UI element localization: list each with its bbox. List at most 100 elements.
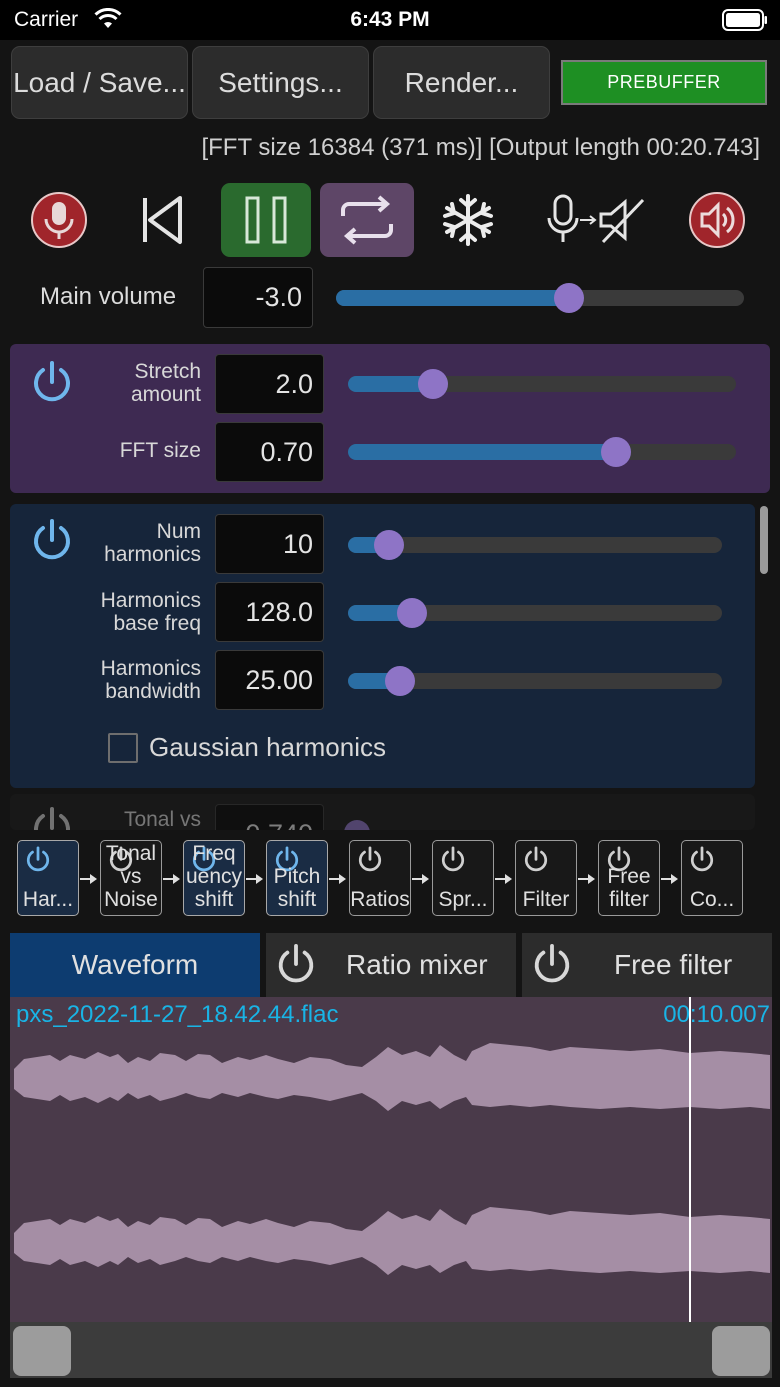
rewind-button[interactable]	[118, 183, 208, 257]
harmonics-base-freq-label: Harmonics base freq	[100, 589, 201, 635]
arrow-right-icon	[163, 874, 180, 884]
power-icon[interactable]	[522, 846, 550, 874]
loop-button[interactable]	[320, 183, 414, 257]
arrow-right-icon	[80, 874, 97, 884]
power-icon[interactable]	[356, 846, 384, 874]
battery-icon	[722, 9, 768, 37]
freeze-button[interactable]	[423, 183, 513, 257]
status-bar: Carrier 6:43 PM	[0, 0, 780, 40]
chain-node[interactable]: Co...	[681, 840, 743, 916]
harmonics-base-freq-slider[interactable]	[348, 598, 722, 628]
slider-knob[interactable]	[418, 369, 448, 399]
chain-node[interactable]: Ratios	[349, 840, 411, 916]
mic-to-mute-icon	[547, 194, 645, 244]
chain-node-label: Tonal vs Noise	[104, 842, 158, 911]
slider-knob[interactable]	[344, 820, 370, 830]
waveform-filename: pxs_2022-11-27_18.42.44.flac	[16, 1001, 339, 1028]
pause-button[interactable]	[221, 183, 311, 257]
tonal-vs-noise-value[interactable]: 0.740	[215, 804, 324, 830]
panel-scrollbar[interactable]	[760, 506, 768, 574]
chain-node[interactable]: Filter	[515, 840, 577, 916]
scroll-handle-left[interactable]	[13, 1326, 71, 1376]
output-audio-button[interactable]	[672, 183, 762, 257]
power-icon[interactable]	[439, 846, 467, 874]
waveform-scrollbar[interactable]	[10, 1322, 772, 1378]
power-icon[interactable]	[274, 943, 318, 987]
chain-node[interactable]: Freq uency shift	[183, 840, 245, 916]
chain-node[interactable]: Spr...	[432, 840, 494, 916]
arrow-right-icon	[246, 874, 263, 884]
chain-node[interactable]: Har...	[17, 840, 79, 916]
mic-passthrough-button[interactable]	[535, 183, 655, 257]
harmonics-bandwidth-slider[interactable]	[348, 666, 722, 696]
num-harmonics-slider[interactable]	[348, 530, 722, 560]
waveform-view[interactable]: pxs_2022-11-27_18.42.44.flac 00:10.007	[10, 997, 772, 1322]
slider-fill	[348, 444, 616, 460]
record-button[interactable]	[14, 183, 104, 257]
main-volume-slider[interactable]	[336, 283, 744, 313]
fft-size-slider[interactable]	[348, 437, 736, 467]
stretch-amount-slider[interactable]	[348, 369, 736, 399]
chain-node-label: Filter	[522, 888, 570, 911]
tonal-vs-noise-label: Tonal vs	[123, 808, 201, 830]
fft-size-value[interactable]: 0.70	[215, 422, 324, 482]
pause-icon	[245, 196, 287, 244]
chain-node[interactable]: Free filter	[598, 840, 660, 916]
tab-waveform[interactable]: Waveform	[10, 933, 260, 997]
gaussian-harmonics-label: Gaussian harmonics	[149, 732, 386, 762]
render-button[interactable]: Render...	[373, 46, 550, 119]
tab-ratio-mixer[interactable]: Ratio mixer	[266, 933, 516, 997]
waveform-time: 00:10.007	[663, 1001, 770, 1028]
snowflake-icon	[443, 194, 493, 246]
stretch-panel: Stretch amount 2.0 FFT size 0.70	[10, 344, 770, 493]
fft-size-label: FFT size	[119, 439, 201, 462]
chain-node-label: Free filter	[607, 865, 651, 911]
slider-knob[interactable]	[385, 666, 415, 696]
slider-knob[interactable]	[554, 283, 584, 313]
num-harmonics-value[interactable]: 10	[215, 514, 324, 574]
waveform-graphic	[14, 1043, 770, 1275]
chain-node-label: Ratios	[350, 888, 410, 911]
main-volume-value[interactable]: -3.0	[203, 267, 313, 328]
clock: 6:43 PM	[350, 8, 430, 31]
harmonics-base-freq-value[interactable]: 128.0	[215, 582, 324, 642]
settings-button[interactable]: Settings...	[192, 46, 369, 119]
harmonics-bandwidth-value[interactable]: 25.00	[215, 650, 324, 710]
tab-label: Waveform	[71, 949, 199, 980]
load-save-button[interactable]: Load / Save...	[11, 46, 188, 119]
tab-free-filter[interactable]: Free filter	[522, 933, 772, 997]
scroll-handle-right[interactable]	[712, 1326, 770, 1376]
slider-knob[interactable]	[601, 437, 631, 467]
playhead[interactable]	[689, 997, 691, 1322]
slider-knob[interactable]	[374, 530, 404, 560]
tab-label: Ratio mixer	[346, 949, 488, 980]
skip-back-icon	[143, 196, 182, 244]
arrow-right-icon	[661, 874, 678, 884]
power-icon[interactable]	[530, 943, 574, 987]
tab-label: Free filter	[614, 949, 733, 980]
tonal-vs-noise-panel: Tonal vs 0.740	[10, 794, 755, 830]
power-icon[interactable]	[688, 846, 716, 874]
harmonics-panel: Num harmonics 10 Harmonics base freq 128…	[10, 504, 755, 788]
app-root: Load / Save... Settings... Render... PRE…	[0, 40, 780, 1387]
chain-node[interactable]: Pitch shift	[266, 840, 328, 916]
chain-node[interactable]: Tonal vs Noise	[100, 840, 162, 916]
slider-fill	[336, 290, 569, 306]
arrow-right-icon	[578, 874, 595, 884]
prebuffer-button[interactable]: PREBUFFER	[561, 60, 767, 105]
repeat-icon	[341, 195, 393, 245]
harmonics-bandwidth-label: Harmonics bandwidth	[100, 657, 201, 703]
stretch-amount-value[interactable]: 2.0	[215, 354, 324, 414]
chain-node-label: Freq uency shift	[185, 842, 243, 911]
power-icon[interactable]	[29, 806, 75, 830]
power-icon[interactable]	[29, 360, 75, 406]
slider-knob[interactable]	[397, 598, 427, 628]
microphone-icon	[31, 192, 87, 248]
chain-node-label: Spr...	[438, 888, 488, 911]
power-icon[interactable]	[29, 518, 75, 564]
fft-output-info: [FFT size 16384 (371 ms)] [Output length…	[201, 134, 760, 161]
gaussian-harmonics-checkbox[interactable]	[108, 733, 138, 763]
arrow-right-icon	[329, 874, 346, 884]
power-icon[interactable]	[24, 846, 52, 874]
speaker-icon	[689, 192, 745, 248]
